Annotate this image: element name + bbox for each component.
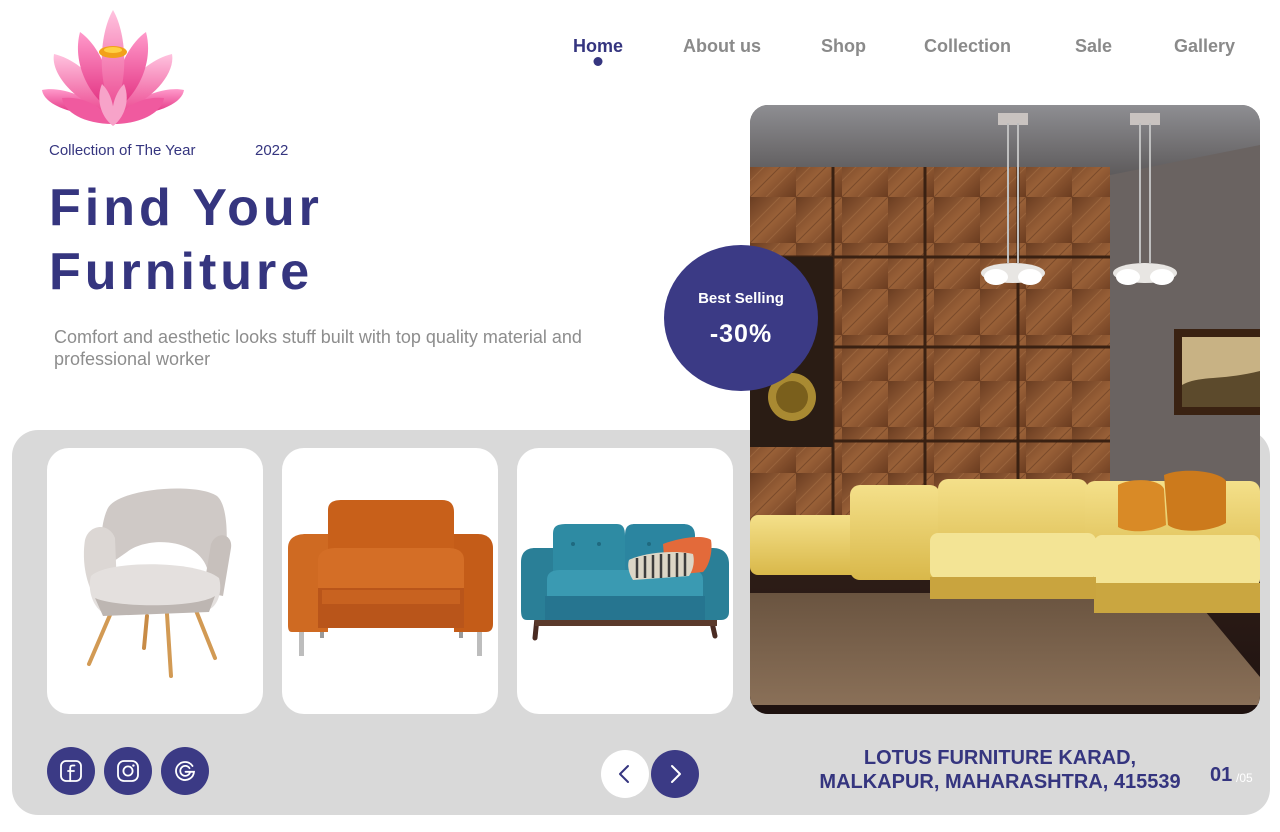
google-button[interactable] [161, 747, 209, 795]
hero-headline: Find Your Furniture [49, 176, 569, 304]
badge-label: Best Selling [698, 290, 784, 307]
lotus-logo-icon[interactable] [40, 6, 186, 130]
product-card-sofa-chair[interactable] [282, 448, 498, 714]
armchair-icon [83, 488, 232, 678]
facebook-button[interactable] [47, 747, 95, 795]
collection-tagline: Collection of The Year [49, 142, 196, 159]
nav-home-label: Home [573, 36, 624, 56]
instagram-button[interactable] [104, 747, 152, 795]
facebook-icon [60, 760, 82, 782]
collection-year: 2022 [255, 142, 289, 159]
nav-gallery-label: Gallery [1174, 36, 1236, 56]
nav-shop[interactable]: Shop [821, 36, 866, 57]
badge-discount: -30% [709, 320, 773, 348]
product-card-armchair[interactable] [47, 448, 263, 714]
nav-sale-label: Sale [1075, 36, 1113, 56]
next-button[interactable] [651, 750, 699, 798]
nav-home[interactable]: Home [573, 36, 624, 66]
living-room-image [750, 105, 1260, 714]
chevron-left-icon [619, 765, 629, 783]
previous-button[interactable] [601, 750, 649, 798]
hero-headline-line1: Find Your [49, 179, 323, 237]
address-line1: LOTUS FURNITURE KARAD, [863, 747, 1137, 769]
nav-collection[interactable]: Collection [924, 36, 1011, 57]
page-current: 01 [1210, 764, 1233, 786]
product-card-loveseat[interactable] [517, 448, 733, 714]
active-indicator-dot [593, 57, 603, 66]
chevron-right-icon [671, 765, 681, 783]
nav-gallery[interactable]: Gallery [1174, 36, 1235, 57]
google-icon [175, 761, 195, 781]
nav-sale[interactable]: Sale [1075, 36, 1112, 57]
loveseat-icon [521, 524, 729, 641]
main-nav: Home About us Shop Collection Sale Galle… [560, 36, 1260, 76]
nav-collection-label: Collection [924, 36, 1012, 56]
best-selling-badge[interactable]: Best Selling -30% [664, 245, 818, 391]
nav-about-us-label: About us [683, 36, 761, 56]
instagram-icon [117, 760, 139, 782]
page-total: /05 [1236, 771, 1253, 785]
nav-shop-label: Shop [821, 36, 866, 56]
sofa-chair-icon [288, 500, 493, 656]
hero-subtext: Comfort and aesthetic looks stuff built … [54, 327, 582, 369]
nav-about-us[interactable]: About us [683, 36, 761, 57]
page: Home About us Shop Collection Sale Galle… [0, 0, 1280, 832]
address-line2: MALKAPUR, MAHARASHTRA, 415539 [819, 771, 1181, 793]
store-address: LOTUS FURNITURE KARAD, MALKAPUR, MAHARAS… [800, 746, 1200, 794]
hero-headline-line2: Furniture [49, 243, 314, 301]
